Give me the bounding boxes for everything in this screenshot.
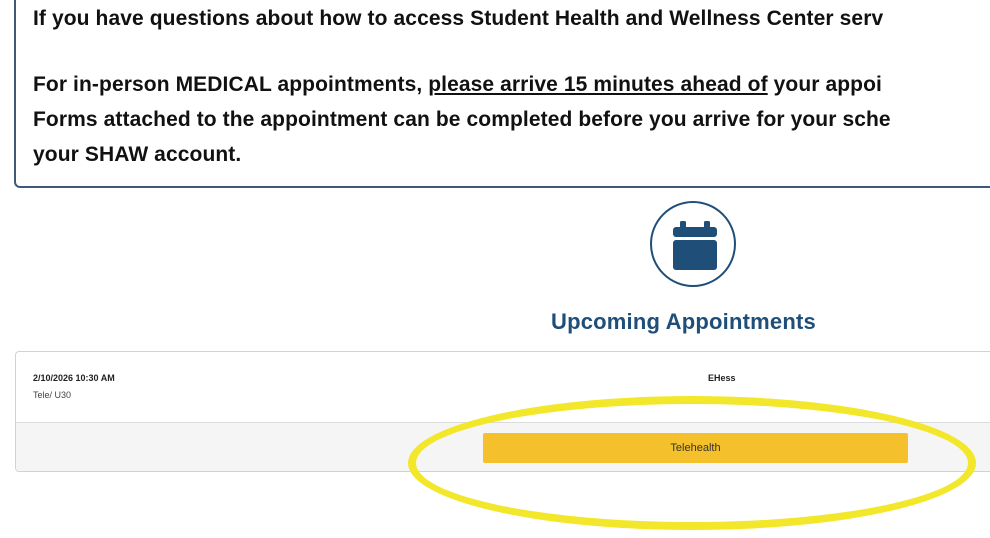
appointment-actions: Telehealth <box>16 422 990 471</box>
notice-arrival-prefix: For in-person MEDICAL appointments, <box>33 73 429 96</box>
page: If you have questions about how to acces… <box>0 0 990 538</box>
appointment-type: Tele/ U30 <box>33 390 72 400</box>
appointment-provider: EHess <box>708 373 736 383</box>
calendar-icon <box>673 221 717 270</box>
section-title: Upcoming Appointments <box>551 309 816 334</box>
notice-line-arrival: For in-person MEDICAL appointments, plea… <box>33 73 882 97</box>
calendar-badge <box>650 201 736 287</box>
notice-line-questions: If you have questions about how to acces… <box>33 7 884 30</box>
notice-arrival-suffix: your appoi <box>767 73 882 96</box>
notice-line-forms: Forms attached to the appointment can be… <box>33 108 891 131</box>
notice-arrival-emphasis: please arrive 15 minutes ahead of <box>428 73 768 96</box>
appointment-datetime: 2/10/2026 10:30 AM <box>33 373 115 383</box>
telehealth-button[interactable]: Telehealth <box>483 433 908 463</box>
notice-line-account: your SHAW account. <box>33 143 242 166</box>
appointment-card: 2/10/2026 10:30 AM Tele/ U30 EHess Teleh… <box>15 351 990 472</box>
